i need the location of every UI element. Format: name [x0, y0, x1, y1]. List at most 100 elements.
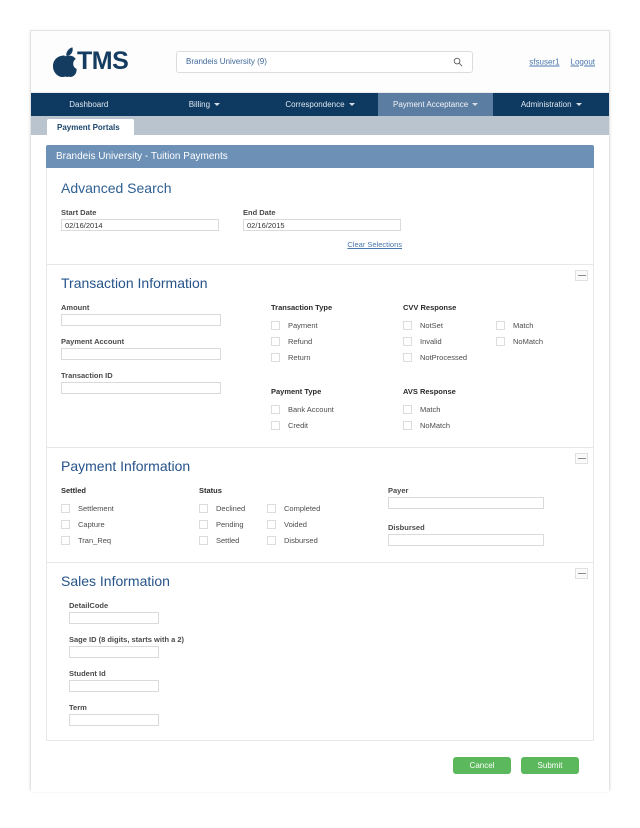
nav-item-payment-acceptance[interactable]: Payment Acceptance	[377, 93, 494, 116]
checkbox-row[interactable]: Tran_Req	[61, 532, 199, 548]
checkbox-status-settled[interactable]	[199, 535, 208, 545]
checkbox-transaction-type-payment[interactable]	[271, 320, 280, 330]
checkbox-row[interactable]: Invalid	[403, 333, 496, 349]
checkbox-row[interactable]: Disbursed	[267, 532, 320, 548]
checkbox-cvv-nomatch[interactable]	[496, 336, 505, 346]
checkbox-status-voided[interactable]	[267, 519, 276, 529]
checkbox-row[interactable]: Settled	[199, 532, 267, 548]
cvv-response-col-1: NotSet Invalid NotProcessed	[403, 317, 496, 365]
checkbox-status-pending[interactable]	[199, 519, 208, 529]
logout-link[interactable]: Logout	[571, 57, 595, 66]
checkbox-row[interactable]: NoMatch	[403, 417, 579, 433]
checkbox-row[interactable]: Credit	[271, 417, 403, 433]
tab-payment-portals[interactable]: Payment Portals	[47, 119, 134, 135]
checkbox-label: Credit	[288, 420, 309, 430]
term-input[interactable]	[69, 714, 159, 726]
detail-code-label: DetailCode	[69, 601, 109, 610]
checkbox-row[interactable]: Return	[271, 349, 403, 365]
payment-information-columns: Settled Settlement Capture Tran_Req Stat…	[61, 486, 579, 548]
amount-input[interactable]	[61, 314, 221, 326]
checkbox-row[interactable]: Completed	[267, 500, 320, 516]
application-window: TMS Brandeis University (9) sfsuser1 Log…	[30, 30, 610, 792]
user-profile-link[interactable]: sfsuser1	[529, 57, 559, 66]
collapse-payment-information-button[interactable]	[575, 453, 588, 464]
checkbox-status-disbursed[interactable]	[267, 535, 276, 545]
checkbox-row[interactable]: Refund	[271, 333, 403, 349]
checkbox-cvv-invalid[interactable]	[403, 336, 412, 346]
checkbox-avs-nomatch[interactable]	[403, 420, 412, 430]
checkbox-label: Pending	[216, 519, 244, 529]
detail-code-input[interactable]	[69, 612, 159, 624]
checkbox-row[interactable]: Bank Account	[271, 401, 403, 417]
checkbox-row[interactable]: Settlement	[61, 500, 199, 516]
checkbox-label: Match	[513, 320, 534, 330]
transaction-type-column: Transaction Type Payment Refund Return P…	[271, 303, 403, 433]
payer-input[interactable]	[388, 497, 544, 509]
checkbox-payment-type-bank-account[interactable]	[271, 404, 280, 414]
disbursed-label: Disbursed	[388, 523, 425, 532]
avs-response-label: AVS Response	[403, 387, 456, 396]
checkbox-row[interactable]: Pending	[199, 516, 267, 532]
student-id-input[interactable]	[69, 680, 159, 692]
search-icon[interactable]	[453, 57, 463, 67]
checkbox-row[interactable]: NotProcessed	[403, 349, 496, 365]
start-date-group: Start Date 02/16/2014	[61, 208, 219, 231]
disbursed-input[interactable]	[388, 534, 544, 546]
checkbox-payment-type-credit[interactable]	[271, 420, 280, 430]
nav-item-administration[interactable]: Administration	[493, 93, 609, 116]
checkbox-row[interactable]: Match	[496, 317, 543, 333]
checkbox-row[interactable]: Match	[403, 401, 579, 417]
nav-item-correspondence[interactable]: Correspondence	[262, 93, 378, 116]
checkbox-cvv-match[interactable]	[496, 320, 505, 330]
amount-label: Amount	[61, 303, 90, 312]
checkbox-settled-capture[interactable]	[61, 519, 70, 529]
collapse-sales-information-button[interactable]	[575, 568, 588, 579]
checkbox-row[interactable]: NoMatch	[496, 333, 543, 349]
payment-information-heading: Payment Information	[61, 458, 191, 474]
nav-item-dashboard[interactable]: Dashboard	[31, 93, 147, 116]
cvv-response-label: CVV Response	[403, 303, 457, 312]
payment-account-label: Payment Account	[61, 337, 125, 346]
start-date-input[interactable]: 02/16/2014	[61, 219, 219, 231]
checkbox-cvv-notprocessed[interactable]	[403, 352, 412, 362]
checkbox-row[interactable]: Voided	[267, 516, 320, 532]
checkbox-status-completed[interactable]	[267, 503, 276, 513]
checkbox-settled-tran-req[interactable]	[61, 535, 70, 545]
checkbox-label: Tran_Req	[78, 535, 112, 545]
checkbox-cvv-notset[interactable]	[403, 320, 412, 330]
payment-account-group: Payment Account	[61, 337, 271, 360]
checkbox-row[interactable]: Capture	[61, 516, 199, 532]
checkbox-transaction-type-return[interactable]	[271, 352, 280, 362]
cvv-response-col-2: Match NoMatch	[496, 317, 543, 365]
header-bar: TMS Brandeis University (9) sfsuser1 Log…	[31, 31, 609, 93]
chevron-down-icon	[214, 103, 221, 106]
sage-id-input[interactable]	[69, 646, 159, 658]
checkbox-row[interactable]: Declined	[199, 500, 267, 516]
payment-account-input[interactable]	[61, 348, 221, 360]
status-label: Status	[199, 486, 222, 495]
checkbox-avs-match[interactable]	[403, 404, 412, 414]
transaction-id-input[interactable]	[61, 382, 221, 394]
end-date-input[interactable]: 02/16/2015	[243, 219, 401, 231]
checkbox-row[interactable]: NotSet	[403, 317, 496, 333]
checkbox-label: Voided	[284, 519, 307, 529]
submit-button[interactable]: Submit	[521, 757, 579, 774]
page-title: Advanced Search	[61, 180, 172, 196]
cancel-button[interactable]: Cancel	[453, 757, 511, 774]
cvv-response-columns: NotSet Invalid NotProcessed Match NoMatc…	[403, 317, 579, 365]
collapse-transaction-information-button[interactable]	[575, 270, 588, 281]
org-search-input[interactable]: Brandeis University (9)	[176, 50, 473, 73]
clear-selections-link[interactable]: Clear Selections	[347, 240, 402, 249]
tms-logo[interactable]: TMS	[43, 46, 148, 78]
checkbox-label: NotSet	[420, 320, 443, 330]
checkbox-status-declined[interactable]	[199, 503, 208, 513]
checkbox-settled-settlement[interactable]	[61, 503, 70, 513]
nav-item-billing[interactable]: Billing	[147, 93, 263, 116]
checkbox-label: NoMatch	[420, 420, 451, 430]
checkbox-transaction-type-refund[interactable]	[271, 336, 280, 346]
checkbox-row[interactable]: Payment	[271, 317, 403, 333]
chevron-down-icon	[348, 103, 355, 106]
sub-navigation: Payment Portals	[31, 116, 609, 135]
checkbox-label: Settled	[216, 535, 240, 545]
checkbox-label: Match	[420, 404, 441, 414]
